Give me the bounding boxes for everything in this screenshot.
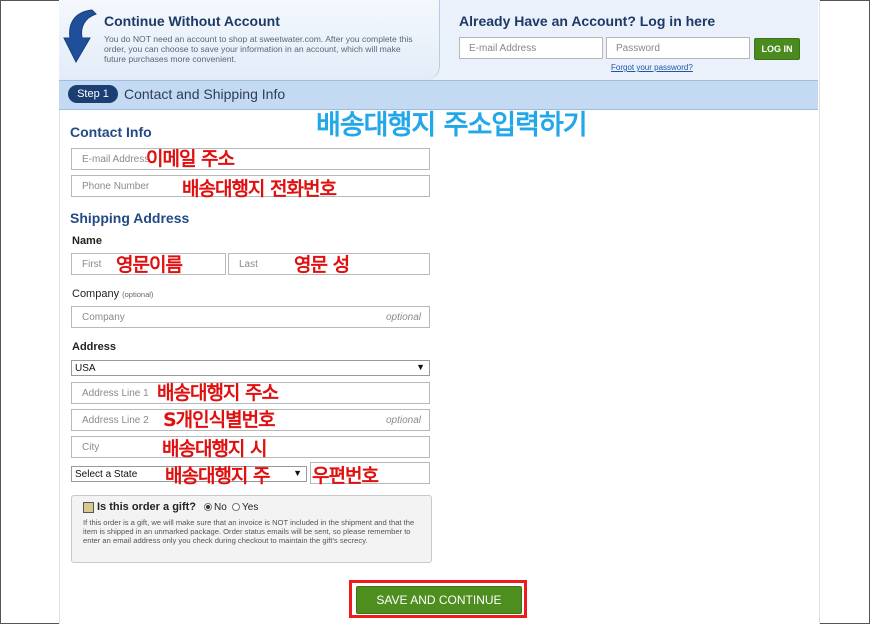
guest-title: Continue Without Account	[104, 13, 280, 29]
forgot-password-link[interactable]: Forgot your password?	[611, 63, 693, 72]
caret-down-icon: ▼	[416, 362, 425, 372]
annotation-email: 이메일 주소	[146, 148, 235, 170]
gift-yes-label: Yes	[242, 502, 259, 513]
annotation-address1: 배송대행지 주소	[157, 382, 279, 404]
annotation-address2: S개인식별번호	[163, 409, 276, 431]
step-title: Contact and Shipping Info	[124, 86, 286, 102]
annotation-zip: 우편번호	[312, 465, 379, 487]
shipping-address-title: Shipping Address	[70, 210, 190, 226]
annotation-first-name: 영문이름	[116, 254, 183, 276]
state-value: Select a State	[75, 468, 138, 480]
gift-no-label: No	[214, 502, 227, 513]
annotation-phone: 배송대행지 전화번호	[182, 178, 337, 200]
annotation-last-name: 영문 성	[294, 254, 350, 276]
gift-question: Is this order a gift?	[97, 501, 197, 513]
gift-no-radio[interactable]	[204, 503, 212, 511]
login-password-input[interactable]: Password	[606, 37, 750, 59]
address-label: Address	[72, 341, 117, 353]
gift-description: If this order is a gift, we will make su…	[83, 518, 415, 545]
name-label: Name	[72, 235, 102, 247]
step-badge: Step 1	[68, 85, 118, 103]
email-input[interactable]: E-mail Address	[71, 148, 430, 170]
arrow-down-icon	[63, 9, 97, 64]
caret-down-icon: ▼	[293, 468, 302, 478]
company-optional-label: (optional)	[122, 290, 154, 299]
gift-icon	[83, 502, 94, 513]
company-input[interactable]: Company optional	[71, 306, 430, 328]
annotation-state: 배송대행지 주	[165, 465, 270, 487]
company-optional-hint: optional	[385, 312, 421, 323]
login-title: Already Have an Account? Log in here	[459, 13, 716, 29]
contact-info-title: Contact Info	[70, 124, 152, 140]
country-select[interactable]: USA ▼	[71, 360, 430, 376]
save-and-continue-button[interactable]: SAVE AND CONTINUE	[356, 586, 522, 614]
company-label: Company (optional)	[72, 288, 153, 300]
login-button[interactable]: LOG IN	[754, 38, 800, 60]
address-line2-placeholder: Address Line 2	[82, 414, 149, 426]
annotation-city: 배송대행지 시	[162, 438, 267, 460]
company-label-text: Company	[72, 288, 120, 300]
guest-description: You do NOT need an account to shop at sw…	[104, 34, 413, 64]
login-email-input[interactable]: E-mail Address	[459, 37, 603, 59]
company-placeholder: Company	[82, 311, 125, 323]
country-value: USA	[75, 362, 96, 374]
gift-yes-radio[interactable]	[232, 503, 240, 511]
annotation-heading: 배송대행지 주소입력하기	[316, 110, 588, 141]
address-line2-optional-hint: optional	[385, 415, 421, 426]
